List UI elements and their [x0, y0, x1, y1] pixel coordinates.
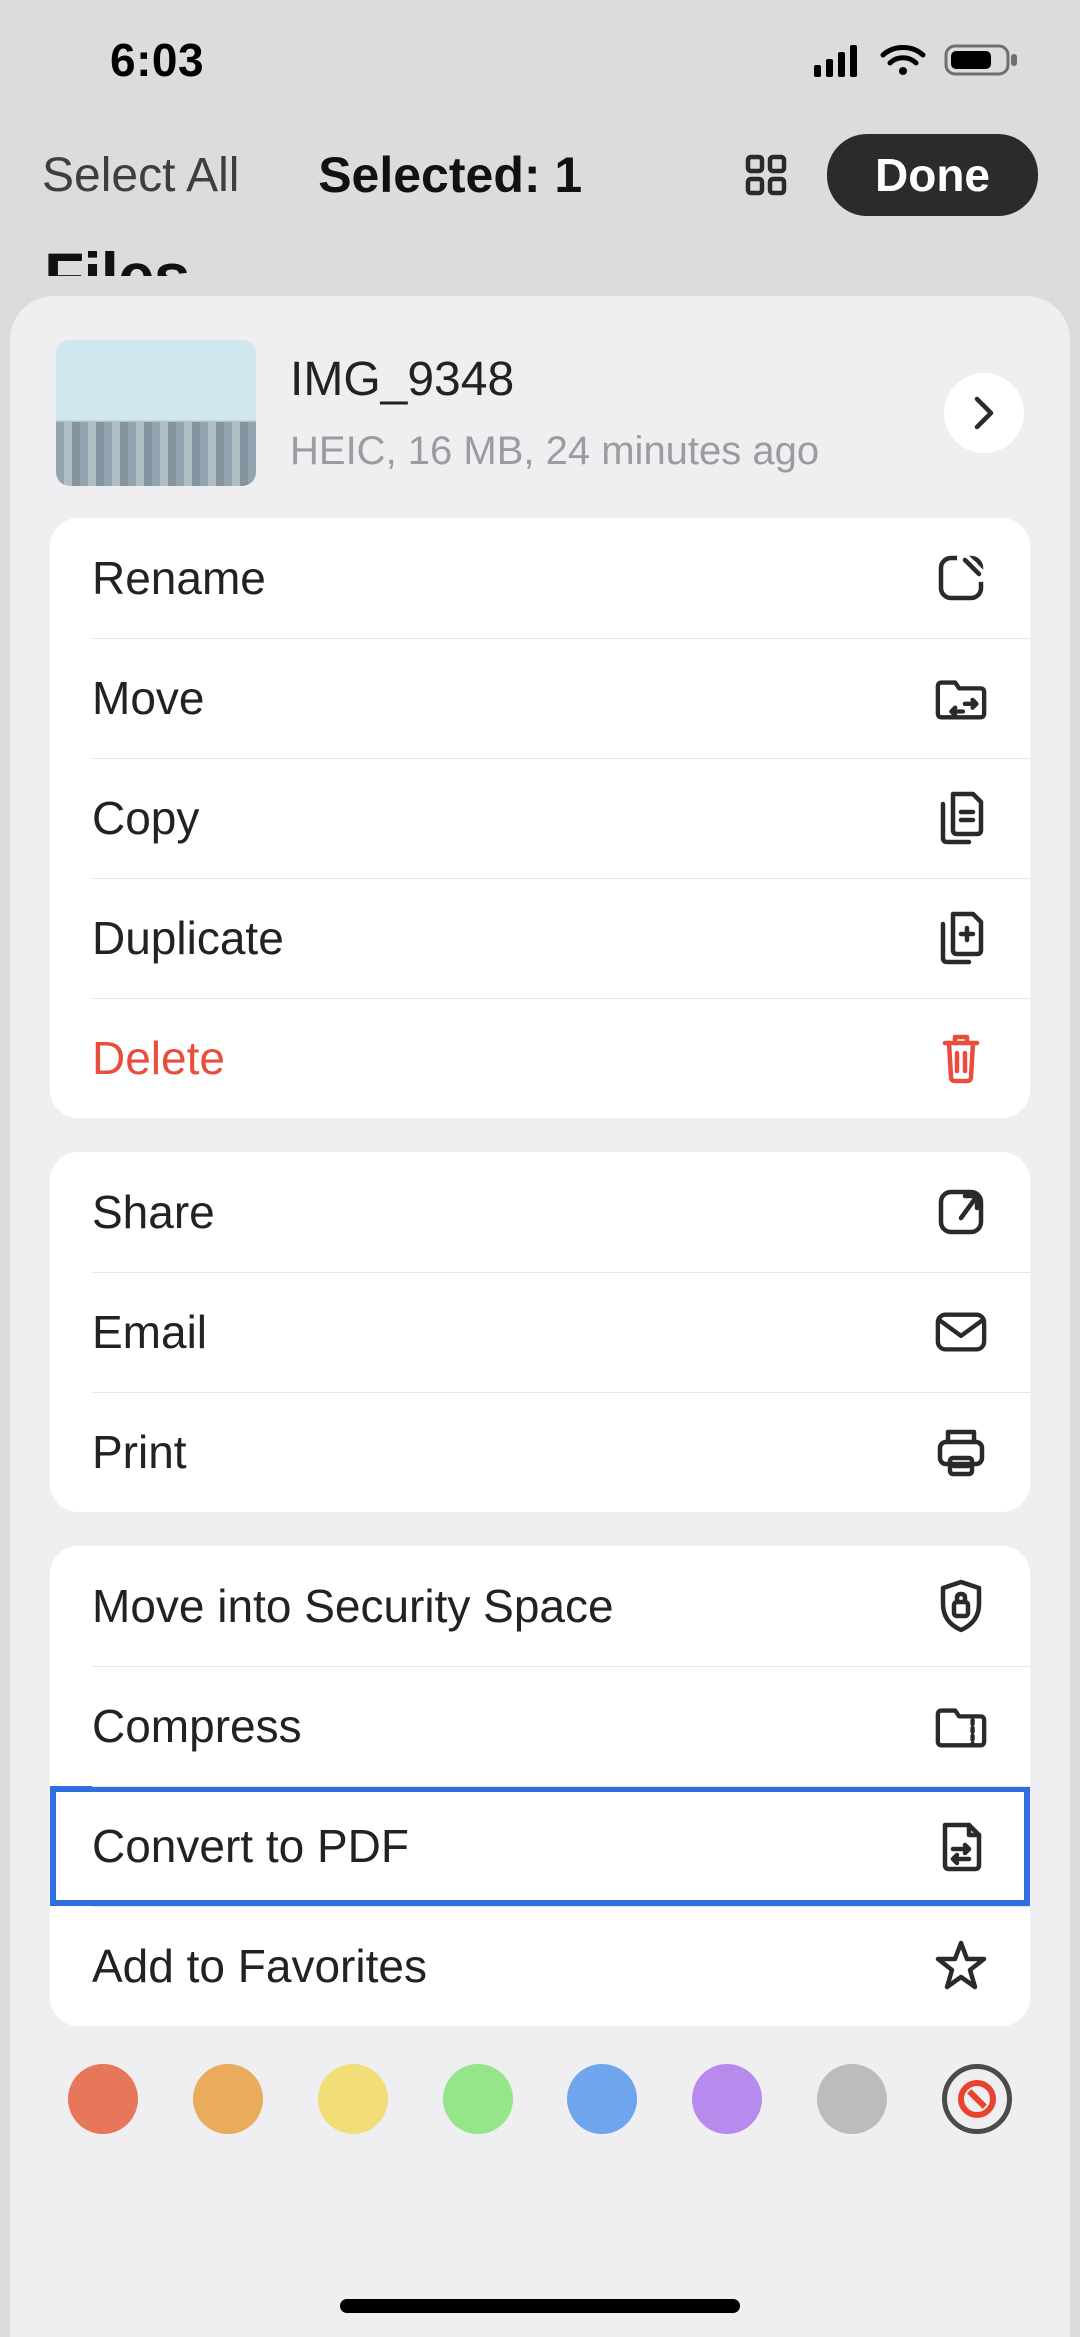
- action-duplicate[interactable]: Duplicate: [50, 878, 1030, 998]
- status-indicators: [814, 42, 1020, 78]
- file-name: IMG_9348: [290, 352, 944, 407]
- tag-color-row: [10, 2056, 1070, 2134]
- action-convert-pdf[interactable]: Convert to PDF: [50, 1786, 1030, 1906]
- view-grid-icon[interactable]: [741, 150, 791, 200]
- action-label: Move into Security Space: [92, 1579, 614, 1633]
- page-title: Files: [0, 238, 1080, 276]
- action-move[interactable]: Move: [50, 638, 1030, 758]
- selection-toolbar: Select All Selected: 1 Done: [0, 120, 1080, 230]
- tag-purple[interactable]: [692, 2064, 762, 2134]
- tag-green[interactable]: [443, 2064, 513, 2134]
- action-group-more: Move into Security Space Compress Conver…: [50, 1546, 1030, 2026]
- convert-icon: [934, 1819, 988, 1873]
- action-label: Convert to PDF: [92, 1819, 409, 1873]
- tag-blue[interactable]: [567, 2064, 637, 2134]
- folder-move-icon: [934, 671, 988, 725]
- action-compress[interactable]: Compress: [50, 1666, 1030, 1786]
- select-all-button[interactable]: Select All: [42, 149, 239, 202]
- action-delete[interactable]: Delete: [50, 998, 1030, 1118]
- tag-clear[interactable]: [942, 2064, 1012, 2134]
- printer-icon: [934, 1425, 988, 1479]
- home-indicator[interactable]: [340, 2299, 740, 2313]
- action-label: Move: [92, 671, 204, 725]
- selected-count: Selected: 1: [318, 147, 582, 203]
- battery-icon: [944, 42, 1020, 78]
- file-thumbnail: [56, 340, 256, 486]
- doc-duplicate-icon: [934, 791, 988, 845]
- tag-gray[interactable]: [817, 2064, 887, 2134]
- action-label: Compress: [92, 1699, 302, 1753]
- action-rename[interactable]: Rename: [50, 518, 1030, 638]
- action-label: Copy: [92, 791, 199, 845]
- action-label: Delete: [92, 1031, 225, 1085]
- edit-icon: [934, 551, 988, 605]
- tag-red[interactable]: [68, 2064, 138, 2134]
- file-meta: HEIC, 16 MB, 24 minutes ago: [290, 429, 944, 474]
- sheet-header[interactable]: IMG_9348 HEIC, 16 MB, 24 minutes ago: [10, 328, 1070, 518]
- action-label: Add to Favorites: [92, 1939, 427, 1993]
- tag-yellow[interactable]: [318, 2064, 388, 2134]
- action-label: Share: [92, 1185, 215, 1239]
- wifi-icon: [880, 43, 926, 77]
- action-label: Print: [92, 1425, 187, 1479]
- chevron-right-icon[interactable]: [944, 373, 1024, 453]
- action-label: Rename: [92, 551, 266, 605]
- status-time: 6:03: [110, 33, 204, 87]
- action-print[interactable]: Print: [50, 1392, 1030, 1512]
- action-sheet: IMG_9348 HEIC, 16 MB, 24 minutes ago Ren…: [10, 296, 1070, 2337]
- action-share[interactable]: Share: [50, 1152, 1030, 1272]
- cellular-signal-icon: [814, 43, 862, 77]
- envelope-icon: [934, 1305, 988, 1359]
- doc-plus-icon: [934, 911, 988, 965]
- star-icon: [934, 1939, 988, 1993]
- done-button[interactable]: Done: [827, 134, 1038, 216]
- action-group-file-ops: Rename Move Copy Duplicate Delete: [50, 518, 1030, 1118]
- status-bar: 6:03: [0, 0, 1080, 120]
- shield-lock-icon: [934, 1579, 988, 1633]
- action-group-share: Share Email Print: [50, 1152, 1030, 1512]
- archive-icon: [934, 1699, 988, 1753]
- share-out-icon: [934, 1185, 988, 1239]
- action-label: Email: [92, 1305, 207, 1359]
- action-security-space[interactable]: Move into Security Space: [50, 1546, 1030, 1666]
- action-email[interactable]: Email: [50, 1272, 1030, 1392]
- action-copy[interactable]: Copy: [50, 758, 1030, 878]
- action-add-favorite[interactable]: Add to Favorites: [50, 1906, 1030, 2026]
- action-label: Duplicate: [92, 911, 284, 965]
- trash-icon: [934, 1031, 988, 1085]
- tag-orange[interactable]: [193, 2064, 263, 2134]
